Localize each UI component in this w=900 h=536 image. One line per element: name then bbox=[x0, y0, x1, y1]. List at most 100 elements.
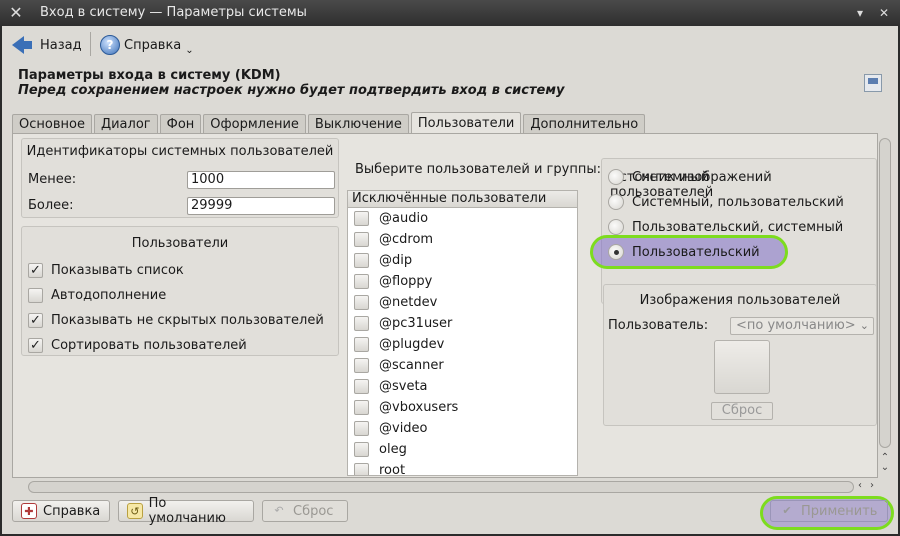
list-item[interactable]: @netdev bbox=[348, 292, 577, 313]
checkbox-unchecked[interactable] bbox=[354, 463, 369, 475]
tab-dialog[interactable]: Диалог bbox=[93, 114, 158, 134]
window-title: Вход в систему — Параметры системы bbox=[40, 5, 307, 20]
toolbar: Назад ? Справка ⌄ bbox=[2, 26, 898, 62]
radio-system-user[interactable]: Системный, пользовательский bbox=[608, 192, 844, 212]
excluded-users-header[interactable]: Исключённые пользователи bbox=[347, 190, 578, 208]
radio-label: Системный bbox=[632, 169, 710, 185]
help-button[interactable]: ✚ Справка bbox=[12, 500, 110, 522]
checkbox-unchecked[interactable] bbox=[354, 316, 369, 331]
list-item-label: @plugdev bbox=[379, 337, 445, 352]
show-list-checkbox[interactable]: ✓ Показывать список bbox=[28, 261, 184, 279]
list-item-label: @netdev bbox=[379, 295, 438, 310]
tab-theme[interactable]: Оформление bbox=[203, 114, 306, 134]
list-item[interactable]: @vboxusers bbox=[348, 397, 577, 418]
checkbox-unchecked[interactable] bbox=[354, 400, 369, 415]
scrollbar-thumb[interactable] bbox=[28, 481, 854, 493]
back-label: Назад bbox=[40, 37, 82, 53]
scrollbar-thumb[interactable] bbox=[879, 138, 891, 448]
show-nonhidden-checkbox[interactable]: ✓ Показывать не скрытых пользователей bbox=[28, 311, 324, 329]
list-item[interactable]: @video bbox=[348, 418, 577, 439]
defaults-button-label: По умолчанию bbox=[148, 496, 226, 526]
settings-window: Назад ? Справка ⌄ Параметры входа в сист… bbox=[2, 26, 898, 534]
image-reset-button[interactable]: Сброс bbox=[711, 402, 773, 420]
defaults-icon: ↺ bbox=[127, 503, 143, 519]
apply-button[interactable]: ✔ Применить bbox=[770, 500, 888, 522]
radio-button[interactable] bbox=[608, 219, 624, 235]
max-uid-input[interactable]: 29999 bbox=[187, 197, 335, 215]
tab-background[interactable]: Фон bbox=[159, 114, 202, 134]
checkbox-unchecked[interactable] bbox=[354, 442, 369, 457]
list-item[interactable]: @dip bbox=[348, 250, 577, 271]
checkbox-label: Сортировать пользователей bbox=[51, 337, 247, 353]
checkbox-unchecked[interactable] bbox=[354, 421, 369, 436]
list-item[interactable]: @pc31user bbox=[348, 313, 577, 334]
help-icon: ? bbox=[100, 35, 120, 55]
help-label: Справка bbox=[124, 37, 182, 53]
user-label: Пользователь: bbox=[608, 318, 709, 333]
min-label: Менее: bbox=[28, 172, 77, 187]
checkbox-unchecked[interactable] bbox=[354, 232, 369, 247]
max-label: Более: bbox=[28, 198, 74, 213]
radio-button[interactable] bbox=[608, 169, 624, 185]
tab-shutdown[interactable]: Выключение bbox=[307, 114, 409, 134]
radio-button-selected[interactable] bbox=[608, 244, 624, 260]
list-item[interactable]: @sveta bbox=[348, 376, 577, 397]
checkbox-unchecked[interactable] bbox=[28, 287, 43, 303]
scroll-down-icon[interactable]: ⌄ bbox=[878, 462, 892, 473]
checkbox-checked[interactable]: ✓ bbox=[28, 312, 43, 328]
tools-icon: ✕ bbox=[9, 3, 23, 22]
radio-user-system[interactable]: Пользовательский, системный bbox=[608, 217, 843, 237]
checkbox-unchecked[interactable] bbox=[354, 274, 369, 289]
tab-advanced[interactable]: Дополнительно bbox=[523, 114, 646, 134]
checkbox-unchecked[interactable] bbox=[354, 358, 369, 373]
list-item[interactable]: @audio bbox=[348, 208, 577, 229]
checkbox-checked[interactable]: ✓ bbox=[28, 262, 43, 278]
checkbox-label: Показывать не скрытых пользователей bbox=[51, 312, 324, 328]
sort-users-checkbox[interactable]: ✓ Сортировать пользователей bbox=[28, 336, 247, 354]
checkbox-unchecked[interactable] bbox=[354, 253, 369, 268]
scroll-left-icon[interactable]: ‹ bbox=[858, 480, 862, 491]
radio-label: Системный, пользовательский bbox=[632, 194, 844, 210]
list-item[interactable]: @plugdev bbox=[348, 334, 577, 355]
list-item[interactable]: @scanner bbox=[348, 355, 577, 376]
apply-check-icon: ✔ bbox=[782, 504, 792, 517]
radio-label: Пользовательский, системный bbox=[632, 219, 844, 235]
user-select[interactable]: <по умолчанию> ⌄ bbox=[730, 317, 874, 335]
radio-button[interactable] bbox=[608, 194, 624, 210]
list-item-label: @audio bbox=[379, 211, 429, 226]
reset-button-label: Сброс bbox=[293, 503, 334, 519]
list-item[interactable]: @cdrom bbox=[348, 229, 577, 250]
toolbar-separator bbox=[90, 32, 91, 56]
tab-users[interactable]: Пользователи bbox=[410, 112, 522, 134]
tab-bar: Основное Диалог Фон Оформление Выключени… bbox=[12, 112, 647, 134]
user-images-group: Изображения пользователей Пользователь: … bbox=[603, 284, 877, 426]
scroll-right-icon[interactable]: › bbox=[870, 480, 874, 491]
back-button[interactable]: Назад bbox=[12, 32, 82, 58]
checkbox-unchecked[interactable] bbox=[354, 379, 369, 394]
list-item-label: @cdrom bbox=[379, 232, 434, 247]
list-item-label: @sveta bbox=[379, 379, 428, 394]
help-button-label: Справка bbox=[43, 503, 101, 519]
min-uid-input[interactable]: 1000 bbox=[187, 171, 335, 189]
close-icon[interactable]: ✕ bbox=[876, 5, 892, 21]
checkbox-unchecked[interactable] bbox=[354, 295, 369, 310]
radio-system[interactable]: Системный bbox=[608, 167, 709, 187]
defaults-button[interactable]: ↺ По умолчанию bbox=[118, 496, 254, 526]
vertical-scrollbar[interactable]: ⌃ ⌄ bbox=[878, 126, 892, 474]
reset-button[interactable]: ↶ Сброс bbox=[262, 500, 348, 522]
checkbox-unchecked[interactable] bbox=[354, 337, 369, 352]
checkbox-unchecked[interactable] bbox=[354, 211, 369, 226]
user-list[interactable]: @audio @cdrom @dip @floppy @netdev @pc31… bbox=[347, 208, 578, 476]
list-item[interactable]: @floppy bbox=[348, 271, 577, 292]
autocomplete-checkbox[interactable]: Автодополнение bbox=[28, 286, 166, 304]
minimize-icon[interactable]: ▾ bbox=[852, 5, 868, 21]
list-item[interactable]: root bbox=[348, 460, 577, 475]
user-image-preview[interactable] bbox=[714, 340, 770, 394]
help-lifebuoy-icon: ✚ bbox=[21, 503, 37, 519]
checkbox-checked[interactable]: ✓ bbox=[28, 337, 43, 353]
help-menu-button[interactable]: ? Справка ⌄ bbox=[100, 32, 194, 58]
radio-user[interactable]: Пользовательский bbox=[608, 242, 760, 262]
horizontal-scrollbar[interactable]: ‹ › bbox=[16, 480, 878, 494]
list-item[interactable]: oleg bbox=[348, 439, 577, 460]
tab-general[interactable]: Основное bbox=[12, 114, 92, 134]
